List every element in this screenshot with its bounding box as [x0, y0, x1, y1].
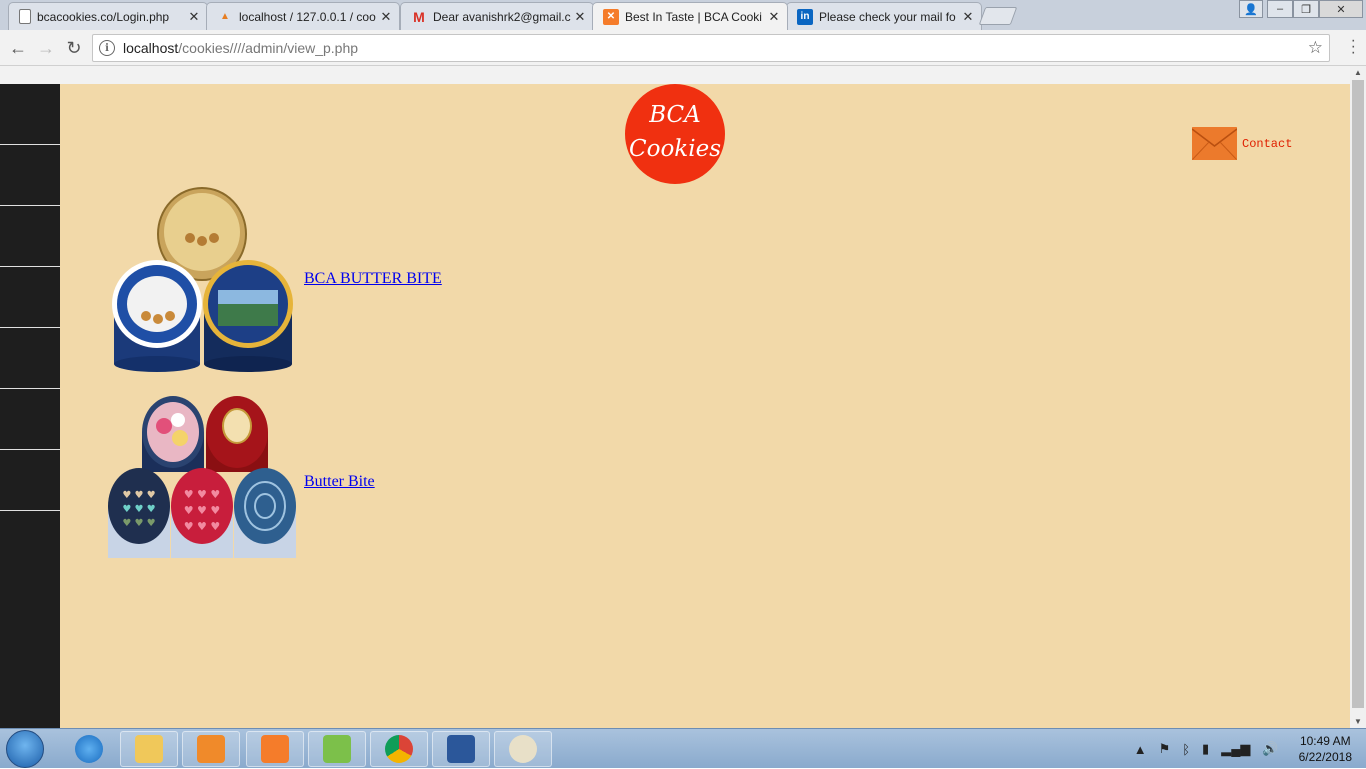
scroll-up-icon[interactable]: ▲: [1354, 68, 1362, 77]
product-link[interactable]: Butter Bite: [304, 473, 375, 491]
sidebar-item[interactable]: [0, 84, 60, 145]
tab-gmail[interactable]: M Dear avanishrk2@gmail.c ✕: [400, 2, 594, 30]
svg-text:♥ ♥ ♥: ♥ ♥ ♥: [184, 488, 221, 501]
svg-text:♥ ♥ ♥: ♥ ♥ ♥: [184, 504, 221, 517]
start-button[interactable]: [6, 730, 44, 768]
explorer-taskbar-button[interactable]: [120, 731, 178, 767]
paint-taskbar-button[interactable]: [494, 731, 552, 767]
product-link[interactable]: BCA BUTTER BITE: [304, 270, 442, 288]
contact-label: Contact: [1242, 136, 1293, 151]
close-icon[interactable]: ✕: [767, 9, 781, 25]
site-logo[interactable]: BCA Cookies: [625, 84, 725, 184]
paint-icon: [509, 735, 537, 763]
product-image: [112, 187, 293, 372]
svg-text:♥ ♥ ♥: ♥ ♥ ♥: [122, 504, 155, 515]
internet-explorer-icon: [75, 735, 103, 763]
taskbar: ▲ ⚑ ᛒ ▮ ▂▄▆ 🔊 10:49 AM 6/22/2018: [0, 728, 1366, 768]
sidebar-item[interactable]: [0, 145, 60, 206]
scroll-down-icon[interactable]: ▼: [1354, 717, 1362, 726]
close-icon[interactable]: ✕: [379, 9, 393, 25]
product-row: BCA BUTTER BITE: [106, 184, 442, 374]
ie-taskbar-button[interactable]: [60, 731, 118, 767]
close-icon[interactable]: ✕: [187, 9, 201, 25]
signal-icon[interactable]: ▂▄▆: [1221, 741, 1250, 757]
sidebar-item[interactable]: [0, 450, 60, 511]
browser-toolbar: ← → ↻ i localhost/cookies////admin/view_…: [0, 30, 1366, 66]
media-taskbar-button[interactable]: [182, 731, 240, 767]
logo-line-2: Cookies: [629, 136, 721, 162]
tab-title: Dear avanishrk2@gmail.c: [433, 9, 571, 24]
minimize-button[interactable]: –: [1267, 0, 1293, 18]
toolbar-spacer: [0, 66, 1350, 84]
gmail-icon: M: [413, 8, 425, 25]
xampp-icon: ✕: [603, 8, 619, 25]
show-hidden-icons-icon[interactable]: ▲: [1134, 742, 1147, 757]
word-taskbar-button[interactable]: [432, 731, 490, 767]
tab-title: bcacookies.co/Login.php: [37, 9, 170, 24]
chrome-taskbar-button[interactable]: [370, 731, 428, 767]
clock-date: 6/22/2018: [1298, 750, 1352, 764]
notepad-taskbar-button[interactable]: [308, 731, 366, 767]
profile-icon[interactable]: 👤: [1239, 0, 1263, 18]
chrome-icon: [385, 735, 413, 763]
page-content: BCA Cookies Contact BCA BUTTER BITE ♥ ♥ …: [0, 84, 1350, 728]
browser-menu-icon[interactable]: · · ·: [1351, 33, 1356, 61]
product-image: ♥ ♥ ♥ ♥ ♥ ♥ ♥ ♥ ♥ ♥ ♥ ♥ ♥ ♥ ♥ ♥ ♥ ♥: [108, 396, 296, 558]
tab-title: localhost / 127.0.0.1 / coo: [239, 9, 376, 24]
clock-time: 10:49 AM: [1299, 734, 1351, 748]
tab-strip: bcacookies.co/Login.php ✕ ▲ localhost / …: [0, 0, 1366, 30]
volume-icon[interactable]: 🔊: [1262, 741, 1278, 757]
bluetooth-icon[interactable]: ᛒ: [1182, 742, 1190, 757]
xampp-icon: [261, 735, 289, 763]
info-icon[interactable]: i: [99, 40, 115, 56]
tab-login[interactable]: bcacookies.co/Login.php ✕: [8, 2, 208, 30]
envelope-icon: [1192, 127, 1237, 160]
phpmyadmin-icon: ▲: [220, 11, 230, 22]
product-row: ♥ ♥ ♥ ♥ ♥ ♥ ♥ ♥ ♥ ♥ ♥ ♥ ♥ ♥ ♥ ♥ ♥ ♥ Butt…: [106, 394, 375, 569]
contact-link[interactable]: Contact: [1192, 127, 1292, 160]
action-center-flag-icon[interactable]: ⚑: [1159, 741, 1171, 757]
close-icon[interactable]: ✕: [961, 9, 975, 25]
sidebar-item[interactable]: [0, 389, 60, 450]
reload-icon[interactable]: ↻: [62, 36, 86, 60]
tab-title: Best In Taste | BCA Cooki: [625, 9, 762, 24]
svg-text:♥ ♥ ♥: ♥ ♥ ♥: [122, 518, 155, 529]
svg-text:♥ ♥ ♥: ♥ ♥ ♥: [184, 520, 221, 533]
media-player-icon: [197, 735, 225, 763]
url-path: /cookies////admin/view_p.php: [178, 40, 359, 56]
clock[interactable]: 10:49 AM 6/22/2018: [1299, 733, 1352, 765]
system-tray: ▲ ⚑ ᛒ ▮ ▂▄▆ 🔊 10:49 AM 6/22/2018: [1128, 729, 1352, 769]
notepad-plus-icon: [323, 735, 351, 763]
folder-icon: [135, 735, 163, 763]
linkedin-icon: in: [797, 8, 813, 25]
svg-text:♥ ♥ ♥: ♥ ♥ ♥: [122, 490, 155, 501]
tab-linkedin[interactable]: in Please check your mail fo ✕: [786, 2, 982, 30]
close-window-button[interactable]: ✕: [1319, 0, 1363, 18]
tab-bca-cookies[interactable]: ✕ Best In Taste | BCA Cooki ✕: [592, 2, 788, 30]
sidebar: [0, 84, 60, 728]
xampp-taskbar-button[interactable]: [246, 731, 304, 767]
close-icon[interactable]: ✕: [573, 9, 587, 25]
scrollbar-thumb[interactable]: [1352, 80, 1364, 708]
restore-button[interactable]: ❐: [1293, 0, 1319, 18]
forward-icon[interactable]: →: [34, 36, 58, 60]
battery-icon[interactable]: ▮: [1202, 741, 1209, 757]
page-icon: [19, 9, 31, 24]
word-icon: [447, 735, 475, 763]
vertical-scrollbar[interactable]: ▲ ▼: [1350, 66, 1366, 728]
bookmark-star-icon[interactable]: ☆: [1308, 38, 1323, 58]
new-tab-button[interactable]: [978, 7, 1018, 25]
tab-title: Please check your mail fo: [819, 9, 956, 24]
back-icon[interactable]: ←: [6, 36, 30, 60]
sidebar-item[interactable]: [0, 267, 60, 328]
url-host: localhost: [123, 40, 179, 56]
tab-phpmyadmin[interactable]: ▲ localhost / 127.0.0.1 / coo ✕: [206, 2, 400, 30]
address-bar[interactable]: i localhost/cookies////admin/view_p.php …: [92, 34, 1330, 62]
sidebar-item[interactable]: [0, 328, 60, 389]
sidebar-item[interactable]: [0, 206, 60, 267]
logo-line-1: BCA: [649, 102, 701, 128]
